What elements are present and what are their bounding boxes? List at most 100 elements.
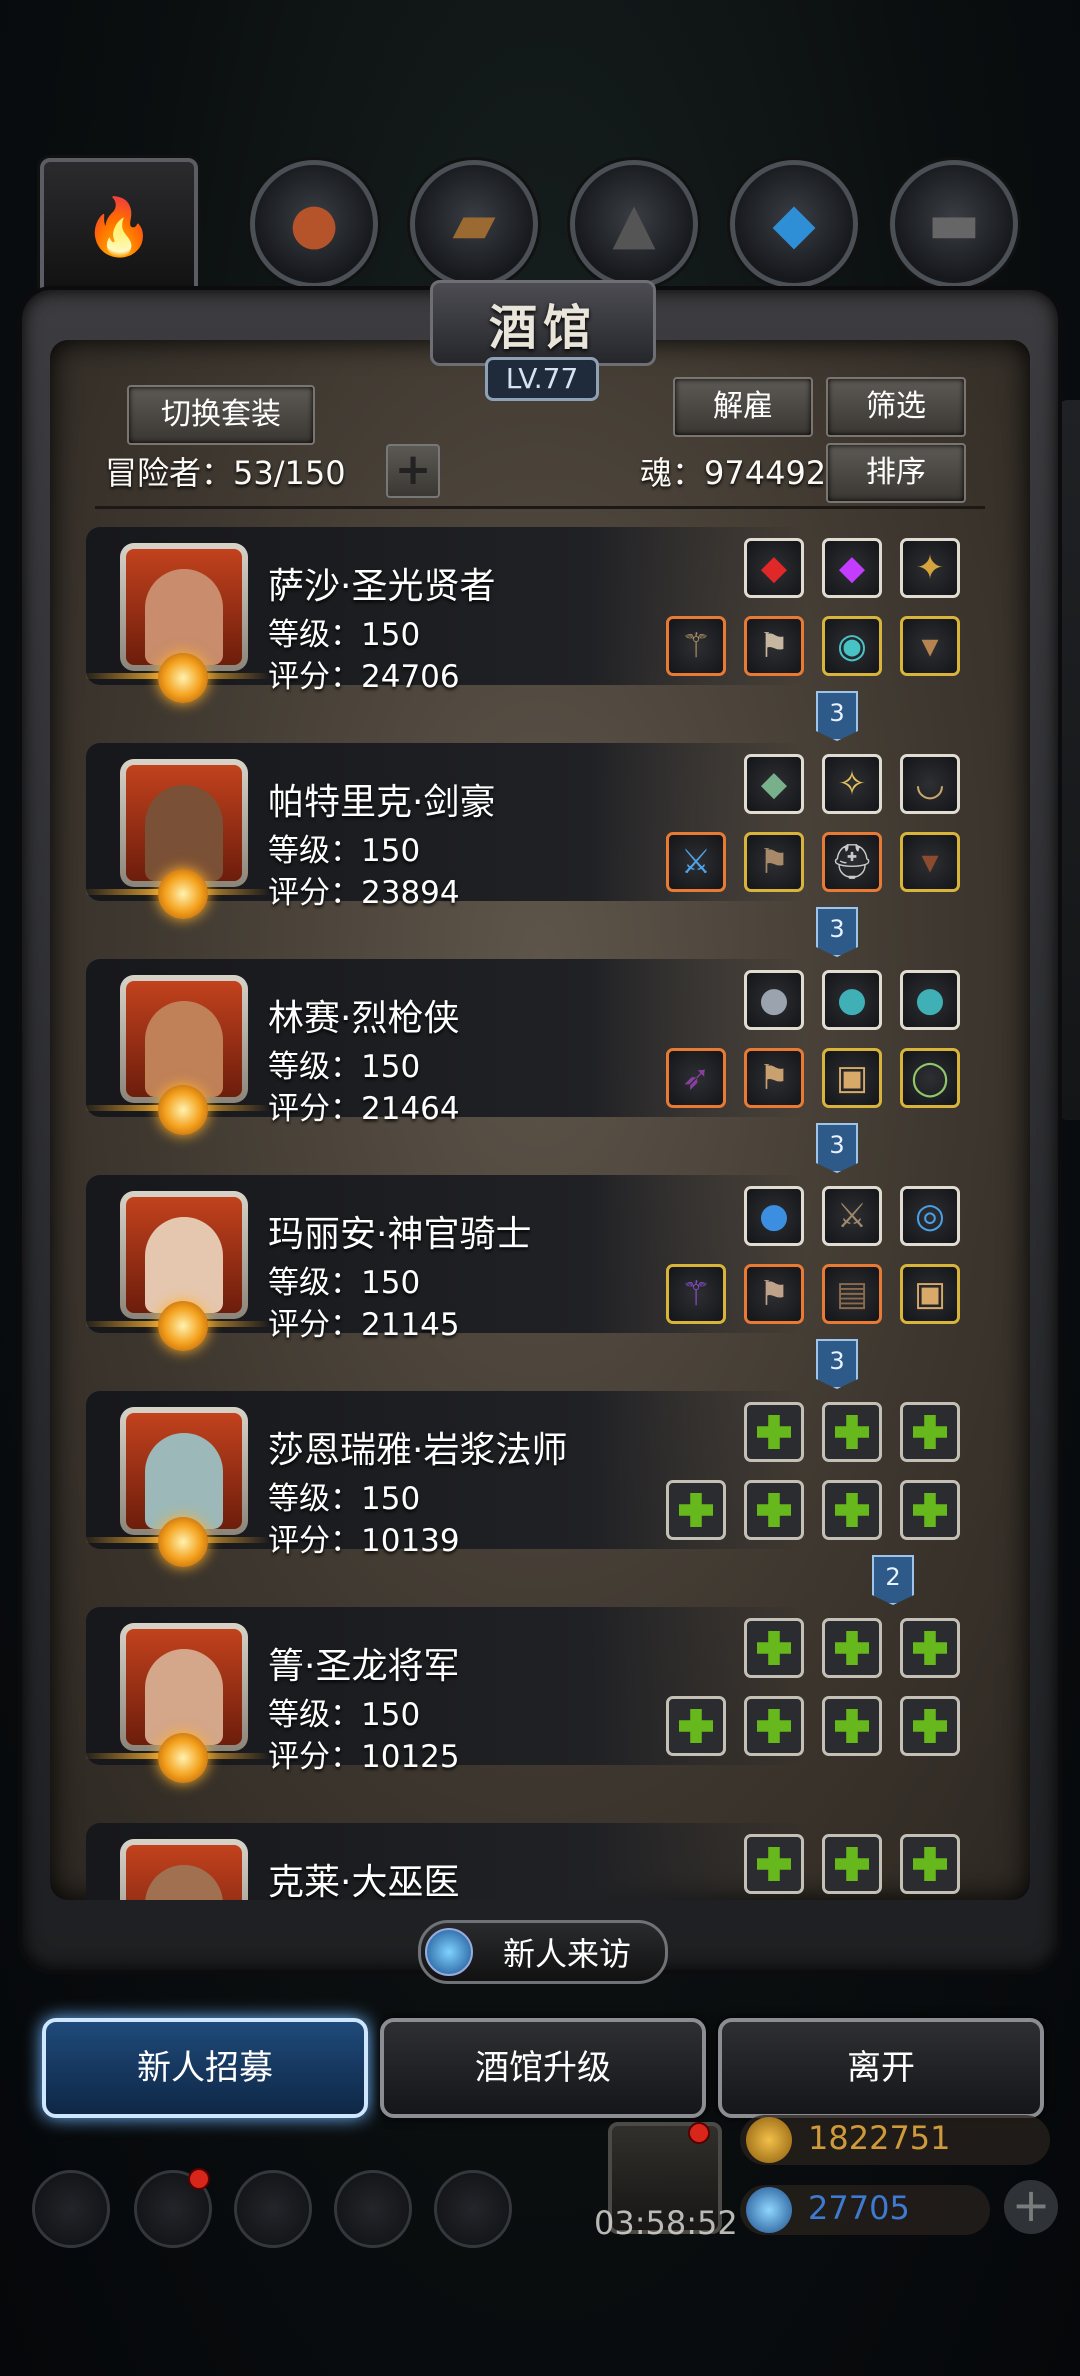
add-slot-icon[interactable] [822, 1402, 882, 1462]
hero-score: 评分：24706 [268, 659, 460, 695]
add-slot-icon[interactable] [822, 1480, 882, 1540]
shield-icon[interactable]: ◉ [822, 616, 882, 676]
gold-ornament-icon[interactable]: ✦ [900, 538, 960, 598]
add-equipment-icon [757, 1631, 791, 1665]
notification-dot [188, 2168, 210, 2190]
hero-score: 评分：21145 [268, 1307, 460, 1343]
add-slot-icon[interactable] [900, 1402, 960, 1462]
armor-icon[interactable]: ⚑ [744, 1048, 804, 1108]
hero-portrait[interactable] [120, 543, 248, 671]
scroll-icon[interactable]: ▣ [900, 1264, 960, 1324]
add-equipment-icon [679, 1493, 713, 1527]
gold-currency: 1822751 [740, 2115, 1050, 2165]
teal-stone-icon[interactable]: ● [822, 970, 882, 1030]
add-slot-icon[interactable] [900, 1480, 960, 1540]
hero-card[interactable]: 帕特里克·剑豪 等级：150 评分：23894 ◆ ✧ ◡ ⚔ ⚑ ⛑ ▾ 3 [86, 731, 1006, 957]
add-slot-icon[interactable] [900, 1618, 960, 1678]
tab-ore[interactable]: ▲ [570, 160, 698, 288]
boots-icon[interactable]: ▾ [900, 616, 960, 676]
upgrade-tavern-button[interactable]: 酒馆升级 [380, 2018, 706, 2118]
portrait-frame [126, 1197, 242, 1313]
hero-list[interactable]: 萨沙·圣光贤者 等级：150 评分：24706 ◆ ◆ ✦ ⚚ ⚑ ◉ ▾ 3 帕特里克·剑豪 等级：1… [86, 515, 1006, 1900]
side-tab[interactable] [1058, 400, 1080, 1120]
switch-outfit-button[interactable]: 切换套装 [127, 385, 315, 445]
scroll-icon[interactable]: ▣ [822, 1048, 882, 1108]
hero-card[interactable]: 林赛·烈枪侠 等级：150 评分：21464 ● ● ● ➶ ⚑ ▣ ◯ 3 [86, 947, 1006, 1173]
add-slot-icon[interactable] [900, 1696, 960, 1756]
boots-icon[interactable]: ▾ [900, 832, 960, 892]
dagger-icon[interactable]: ⚔ [822, 1186, 882, 1246]
filter-button[interactable]: 筛选 [826, 377, 966, 437]
ring-icon[interactable]: ◯ [900, 1048, 960, 1108]
gun-icon[interactable]: ➶ [666, 1048, 726, 1108]
tab-meat[interactable]: ● [250, 160, 378, 288]
mail-icon[interactable] [334, 2170, 412, 2248]
add-capacity-button[interactable]: + [386, 444, 440, 498]
staff-icon[interactable]: ⚚ [666, 1264, 726, 1324]
star-rank-icon [158, 653, 208, 703]
add-slot-icon[interactable] [744, 1696, 804, 1756]
tab-fire[interactable]: 🔥 [40, 158, 198, 296]
hero-portrait[interactable] [120, 1623, 248, 1751]
green-crystal-icon[interactable]: ◆ [744, 754, 804, 814]
hero-portrait[interactable] [120, 1839, 248, 1900]
hero-avatar [145, 1649, 223, 1745]
amulet-icon[interactable]: ◎ [900, 1186, 960, 1246]
add-equipment-icon [835, 1709, 869, 1743]
hero-portrait[interactable] [120, 975, 248, 1103]
add-slot-icon[interactable] [744, 1402, 804, 1462]
staff-icon[interactable]: ⚚ [666, 616, 726, 676]
book-icon[interactable]: ▤ [822, 1264, 882, 1324]
sort-button[interactable]: 排序 [826, 443, 966, 503]
hero-portrait[interactable] [120, 1191, 248, 1319]
lantern-icon[interactable]: ✧ [822, 754, 882, 814]
tab-crystal[interactable]: ◆ [730, 160, 858, 288]
hero-score: 评分：21464 [268, 1091, 460, 1127]
recruit-button[interactable]: 新人招募 [42, 2018, 368, 2118]
add-slot-icon[interactable] [744, 1618, 804, 1678]
armor-icon[interactable]: ⚑ [744, 832, 804, 892]
page-title: 酒馆 [488, 300, 597, 356]
tab-metal[interactable]: ▬ [890, 160, 1018, 288]
hero-card[interactable]: 莎恩瑞雅·岩浆法师 等级：150 评分：10139 2 [86, 1379, 1006, 1605]
hero-score: 评分：23894 [268, 875, 460, 911]
add-currency-button[interactable]: + [1004, 2180, 1058, 2234]
add-slot-icon[interactable] [822, 1696, 882, 1756]
helmet-icon[interactable]: ⛑ [822, 832, 882, 892]
new-visitor-bar[interactable]: 新人来访 [418, 1920, 668, 1984]
hero-level: 等级：150 [268, 617, 421, 653]
orb-icon[interactable]: ● [744, 1186, 804, 1246]
add-slot-icon[interactable] [822, 1834, 882, 1894]
add-slot-icon[interactable] [666, 1696, 726, 1756]
hero-card[interactable]: 玛丽安·神官骑士 等级：150 评分：21145 ● ⚔ ◎ ⚚ ⚑ ▤ ▣ 3 [86, 1163, 1006, 1389]
leave-button[interactable]: 离开 [718, 2018, 1044, 2118]
guild-icon[interactable] [434, 2170, 512, 2248]
hero-card[interactable]: 克莱·大巫医 [86, 1811, 1006, 1900]
add-slot-icon[interactable] [666, 1480, 726, 1540]
hero-card[interactable]: 箐·圣龙将军 等级：150 评分：10125 [86, 1595, 1006, 1783]
hero-avatar [145, 569, 223, 665]
teal-stone-icon[interactable]: ● [900, 970, 960, 1030]
hero-name: 萨沙·圣光贤者 [268, 566, 496, 607]
star-rank-icon [158, 869, 208, 919]
hero-portrait[interactable] [120, 1407, 248, 1535]
codex-icon[interactable] [234, 2170, 312, 2248]
armor-icon[interactable]: ⚑ [744, 616, 804, 676]
hero-level: 等级：150 [268, 1481, 421, 1517]
settings-icon[interactable] [32, 2170, 110, 2248]
bowl-icon[interactable]: ◡ [900, 754, 960, 814]
sword-icon[interactable]: ⚔ [666, 832, 726, 892]
stone-icon[interactable]: ● [744, 970, 804, 1030]
armor-icon[interactable]: ⚑ [744, 1264, 804, 1324]
add-slot-icon[interactable] [900, 1834, 960, 1894]
hero-portrait[interactable] [120, 759, 248, 887]
red-gem-icon[interactable]: ◆ [744, 538, 804, 598]
add-equipment-icon [913, 1847, 947, 1881]
add-slot-icon[interactable] [822, 1618, 882, 1678]
dismiss-button[interactable]: 解雇 [673, 377, 813, 437]
add-slot-icon[interactable] [744, 1480, 804, 1540]
hero-card[interactable]: 萨沙·圣光贤者 等级：150 评分：24706 ◆ ◆ ✦ ⚚ ⚑ ◉ ▾ 3 [86, 515, 1006, 741]
add-slot-icon[interactable] [744, 1834, 804, 1894]
purple-crystal-icon[interactable]: ◆ [822, 538, 882, 598]
tab-wood[interactable]: ▰ [410, 160, 538, 288]
